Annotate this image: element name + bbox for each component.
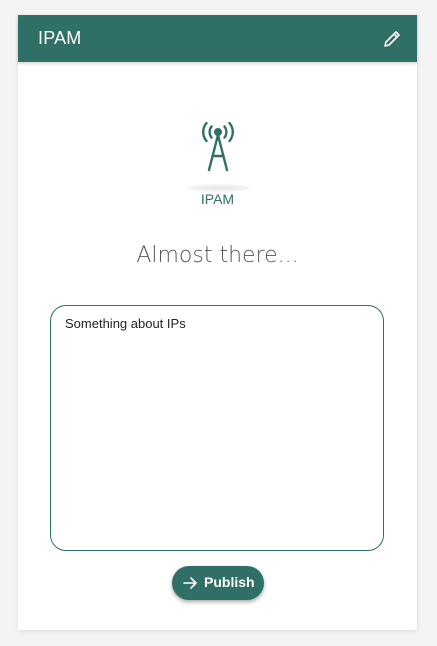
app-header: IPAM xyxy=(18,15,417,62)
publish-card: IPAM IPAM Almost there... Something abou… xyxy=(18,15,417,630)
pencil-icon xyxy=(384,31,400,47)
app-title: IPAM xyxy=(38,28,82,48)
arrow-right-icon xyxy=(183,577,197,589)
antenna-tower-icon xyxy=(202,122,234,172)
status-heading: Almost there... xyxy=(136,243,299,268)
publish-label: Publish xyxy=(204,574,255,590)
publish-button[interactable]: Publish xyxy=(172,566,264,600)
app-name-label: IPAM xyxy=(200,191,235,207)
description-textarea[interactable]: Something about IPs xyxy=(50,305,384,551)
edit-button[interactable] xyxy=(381,28,403,50)
